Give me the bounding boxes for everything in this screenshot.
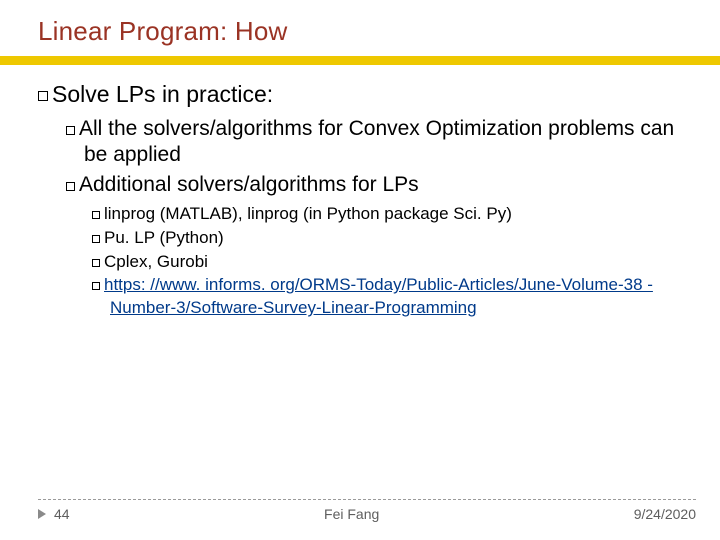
level2-group: All the solvers/algorithms for Convex Op… <box>66 116 682 320</box>
checkbox-icon <box>92 211 100 219</box>
footer-row: 44 Fei Fang 9/24/2020 <box>38 506 696 522</box>
bullet-text: Solve LPs in practice: <box>52 81 273 107</box>
bullet-level3: linprog (MATLAB), linprog (in Python pac… <box>92 203 682 226</box>
bullet-level1: Solve LPs in practice: <box>38 80 682 110</box>
bullet-text: Pu. LP (Python) <box>104 228 224 247</box>
slide-footer: 44 Fei Fang 9/24/2020 <box>38 499 696 522</box>
checkbox-icon <box>92 235 100 243</box>
slide: Linear Program: How Solve LPs in practic… <box>0 0 720 540</box>
slide-title: Linear Program: How <box>38 16 287 47</box>
checkbox-icon <box>38 91 48 101</box>
checkbox-icon <box>92 282 100 290</box>
bullet-text: Cplex, Gurobi <box>104 252 208 271</box>
page-number: 44 <box>54 506 70 522</box>
checkbox-icon <box>92 259 100 267</box>
bullet-text: All the solvers/algorithms for Convex Op… <box>79 117 674 166</box>
link-text[interactable]: https: //www. informs. org/ORMS-Today/Pu… <box>104 275 653 317</box>
bullet-level2: Additional solvers/algorithms for LPs <box>66 172 682 198</box>
bullet-level3: Cplex, Gurobi <box>92 251 682 274</box>
footer-author: Fei Fang <box>70 506 634 522</box>
footer-divider <box>38 499 696 500</box>
slide-body: Solve LPs in practice: All the solvers/a… <box>38 80 682 321</box>
page-indicator-icon <box>38 509 46 519</box>
bullet-level3: Pu. LP (Python) <box>92 227 682 250</box>
checkbox-icon <box>66 182 75 191</box>
bullet-text: linprog (MATLAB), linprog (in Python pac… <box>104 204 512 223</box>
bullet-level3-link: https: //www. informs. org/ORMS-Today/Pu… <box>92 274 682 320</box>
bullet-text: Additional solvers/algorithms for LPs <box>79 173 419 196</box>
bullet-level2: All the solvers/algorithms for Convex Op… <box>66 116 682 169</box>
footer-date: 9/24/2020 <box>634 506 696 522</box>
checkbox-icon <box>66 126 75 135</box>
level3-group: linprog (MATLAB), linprog (in Python pac… <box>92 203 682 321</box>
title-underline <box>0 56 720 65</box>
